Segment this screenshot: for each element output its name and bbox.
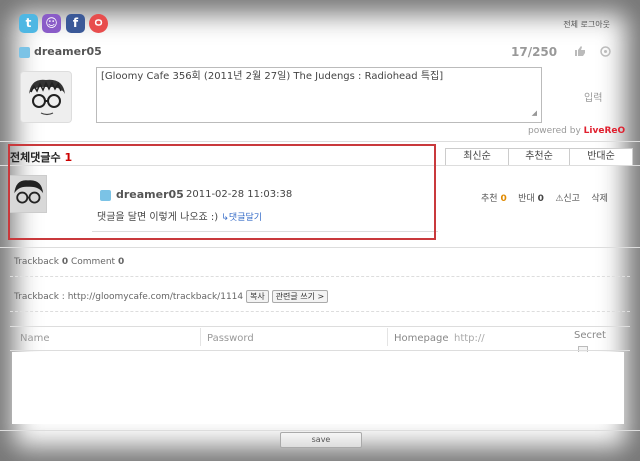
- comment-widget: t ☺ f ㅇ 전체 로그아웃 dreamer05 17/250 [Gloomy…: [0, 0, 640, 461]
- thumbs-up-icon[interactable]: [574, 46, 586, 56]
- recommend-count: 0: [500, 194, 507, 204]
- comment-textarea[interactable]: [Gloomy Cafe 356회 (2011년 2월 27일) The Jud…: [96, 67, 542, 123]
- homepage-input[interactable]: http://: [454, 333, 485, 344]
- char-counter: 17/250: [511, 45, 558, 59]
- comment-form-textarea[interactable]: [12, 352, 624, 424]
- sort-tab-opposed[interactable]: 반대순: [569, 148, 633, 165]
- report-link[interactable]: 신고: [563, 194, 580, 204]
- comment-count: 0: [117, 257, 125, 267]
- copy-button[interactable]: 복사: [246, 290, 269, 303]
- comment-text: [Gloomy Cafe 356회 (2011년 2월 27일) The Jud…: [101, 71, 444, 82]
- username: dreamer05: [34, 45, 102, 58]
- save-button[interactable]: save: [280, 432, 362, 448]
- trackback-url: http://gloomycafe.com/trackback/1114: [67, 292, 244, 302]
- name-field[interactable]: Name: [20, 333, 50, 344]
- brand-logo[interactable]: LiveRe: [584, 126, 618, 136]
- trackback-label: Trackback: [14, 257, 59, 267]
- twitter-icon: [19, 47, 30, 58]
- me2day-icon[interactable]: ☺: [42, 14, 61, 33]
- divider: [10, 350, 630, 351]
- resize-handle-icon[interactable]: ◢: [532, 106, 537, 120]
- sort-tab-recommended[interactable]: 추천순: [508, 148, 570, 165]
- trackback-summary: Trackback 0 Comment 0: [14, 257, 124, 267]
- divider: [10, 326, 630, 327]
- delete-link[interactable]: 삭제: [591, 194, 608, 204]
- submit-button[interactable]: 입력: [584, 89, 602, 104]
- powered-by: powered by LiveReO: [528, 126, 625, 136]
- divider: [0, 430, 640, 431]
- logout-all-link[interactable]: 전체 로그아웃: [563, 19, 610, 30]
- facebook-icon[interactable]: f: [66, 14, 85, 33]
- comment-actions: 추천 0 반대 0 ⚠신고 삭제: [481, 191, 608, 204]
- settings-icon[interactable]: [600, 46, 612, 57]
- sort-tab-latest[interactable]: 최신순: [445, 148, 509, 165]
- oppose-label[interactable]: 반대: [518, 194, 535, 204]
- divider: [10, 311, 630, 312]
- trackback-url-row: Trackback : http://gloomycafe.com/trackb…: [14, 290, 329, 303]
- highlight-box: [8, 144, 436, 240]
- comment-label: Comment: [70, 257, 116, 267]
- homepage-label: Homepage: [394, 333, 449, 344]
- powered-prefix: powered by: [528, 126, 581, 136]
- oppose-count: 0: [537, 194, 544, 204]
- trackback-count: 0: [61, 257, 69, 267]
- divider: [0, 141, 640, 142]
- divider: [387, 328, 388, 346]
- divider: [0, 247, 640, 248]
- write-related-button[interactable]: 관련글 쓰기 >: [271, 290, 329, 303]
- brand-logo-mark: O: [617, 126, 626, 136]
- yozm-icon[interactable]: ㅇ: [89, 14, 108, 33]
- divider: [10, 276, 630, 277]
- trackback-url-label: Trackback :: [14, 292, 65, 302]
- password-field[interactable]: Password: [207, 333, 254, 344]
- recommend-label[interactable]: 추천: [481, 194, 498, 204]
- twitter-icon[interactable]: t: [19, 14, 38, 33]
- divider: [200, 328, 201, 346]
- secret-label: Secret: [574, 330, 606, 341]
- avatar: [20, 71, 72, 123]
